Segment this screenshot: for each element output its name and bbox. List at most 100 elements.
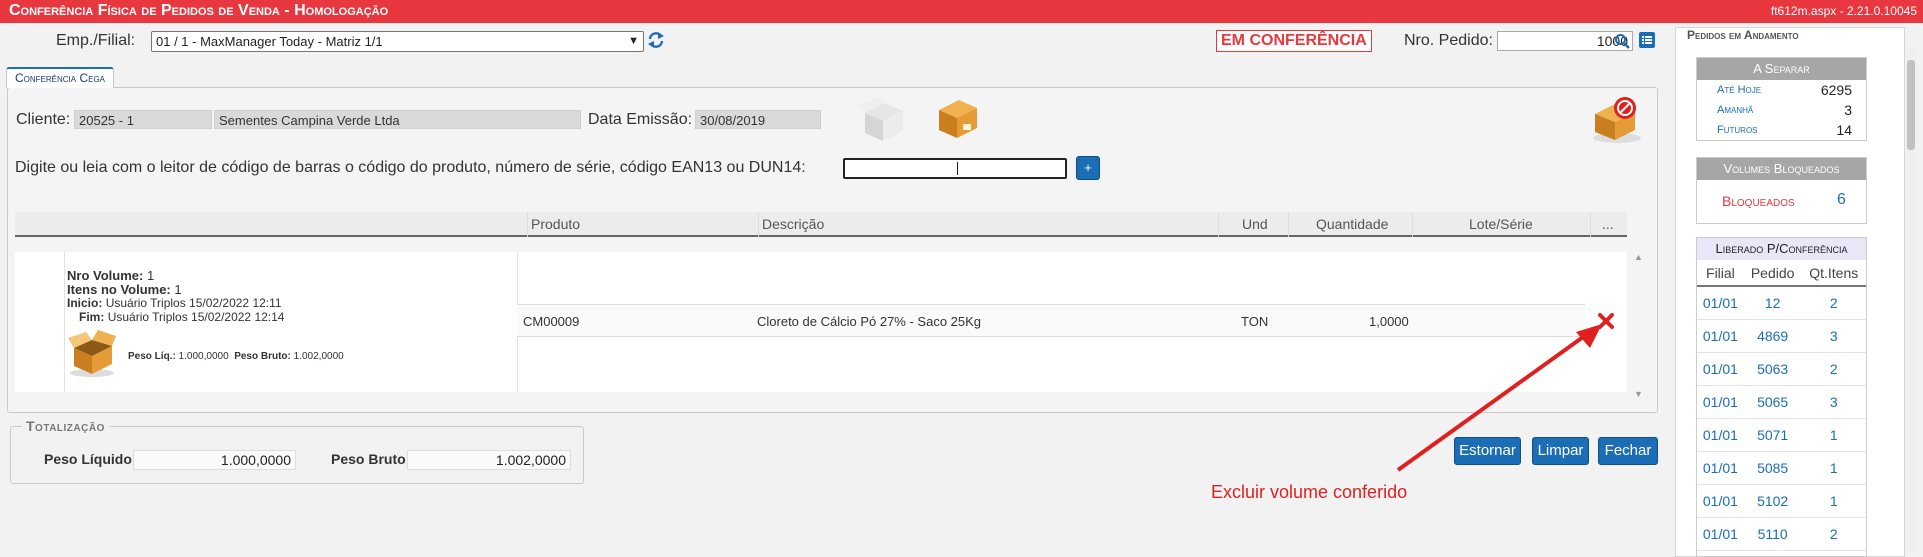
col-produto[interactable]: Produto xyxy=(531,216,580,232)
list-item[interactable]: Amanhã 3 xyxy=(1697,100,1866,120)
cell-pedido[interactable]: 5063 xyxy=(1743,352,1802,386)
inicio-info: Inicio: Usuário Triplos 15/02/2022 12:11 xyxy=(67,296,282,310)
barcode-input[interactable] xyxy=(843,158,1067,179)
liberado-table: Filial Pedido Qt.Itens 01/01 12 2 01/01 486… xyxy=(1697,260,1866,551)
cell-produto: CM00009 xyxy=(523,314,580,329)
cell-qt-itens: 1 xyxy=(1801,451,1866,485)
amanha-value: 3 xyxy=(1844,102,1852,118)
futuros-value: 14 xyxy=(1836,122,1852,138)
table-row[interactable]: 01/01 5110 2 xyxy=(1697,517,1866,551)
cell-pedido[interactable]: 5110 xyxy=(1743,517,1802,551)
cell-filial: 01/01 xyxy=(1697,352,1744,386)
pedido-label: Nro. Pedido: xyxy=(1404,32,1493,49)
cliente-code-field: 20525 - 1 xyxy=(74,110,212,129)
cliente-label: Cliente: xyxy=(16,111,71,128)
itens-volume-label: Itens no Volume: xyxy=(67,282,171,297)
cell-filial: 01/01 xyxy=(1697,451,1744,485)
version-label: ft612m.aspx - 2.21.0.10045 xyxy=(1770,4,1917,18)
col-divider xyxy=(527,212,528,237)
table-row[interactable]: 01/01 5102 1 xyxy=(1697,484,1866,518)
pedido-input[interactable]: 1000 xyxy=(1497,31,1633,51)
add-button[interactable]: + xyxy=(1076,156,1100,180)
table-row[interactable]: 01/01 5063 2 xyxy=(1697,352,1866,386)
page-title: Conferência Física de Pedidos de Venda -… xyxy=(9,2,389,19)
cell-qt-itens: 2 xyxy=(1801,286,1866,320)
cell-und: TON xyxy=(1241,314,1269,329)
list-item[interactable]: Futuros 14 xyxy=(1697,120,1866,140)
table-row[interactable]: 01/01 5085 1 xyxy=(1697,451,1866,485)
cell-filial: 01/01 xyxy=(1697,319,1744,353)
grid-header: Produto Descrição Und Quantidade Lote/Sé… xyxy=(15,212,1627,237)
nro-volume-label: Nro Volume: xyxy=(67,268,144,283)
list-icon[interactable] xyxy=(1639,32,1655,48)
cell-filial: 01/01 xyxy=(1697,418,1744,452)
cell-qt-itens: 2 xyxy=(1801,352,1866,386)
col-divider xyxy=(1590,212,1591,237)
tab-conferencia-cega[interactable]: Conferência Cega xyxy=(6,67,115,88)
scroll-up-icon[interactable]: ▲ xyxy=(1634,252,1643,262)
nro-volume-value: 1 xyxy=(146,268,155,283)
table-row[interactable]: 01/01 5071 1 xyxy=(1697,418,1866,452)
blocked-box-icon[interactable] xyxy=(1587,94,1647,144)
col-more[interactable]: ... xyxy=(1602,216,1614,232)
col-divider xyxy=(758,212,759,237)
fim-info: Fim: Usuário Triplos 15/02/2022 12:14 xyxy=(79,310,284,324)
cell-pedido[interactable]: 5071 xyxy=(1743,418,1802,452)
estornar-button[interactable]: Estornar xyxy=(1454,437,1521,465)
col-quantidade[interactable]: Quantidade xyxy=(1316,216,1388,232)
cell-qt-itens: 3 xyxy=(1801,385,1866,419)
cell-filial: 01/01 xyxy=(1697,517,1744,551)
peso-bruto-value: 1.002,0000 xyxy=(293,351,344,362)
scroll-down-icon[interactable]: ▼ xyxy=(1634,389,1643,399)
liberado-card: Liberado P/Conferência Filial Pedido Qt.… xyxy=(1696,237,1867,557)
cell-filial: 01/01 xyxy=(1697,484,1744,518)
cliente-name-field: Sementes Campina Verde Ltda xyxy=(214,110,581,129)
emp-filial-select[interactable]: 01 / 1 - MaxManager Today - Matriz 1/1 ▼ xyxy=(151,31,644,52)
status-badge: EM CONFERÊNCIA xyxy=(1216,30,1372,52)
bloqueados-row[interactable]: Bloqueados 6 xyxy=(1697,180,1866,224)
cell-pedido[interactable]: 12 xyxy=(1743,286,1802,320)
col-divider xyxy=(1288,212,1289,237)
cell-pedido[interactable]: 4869 xyxy=(1743,319,1802,353)
table-row[interactable]: 01/01 5065 3 xyxy=(1697,385,1866,419)
empty-box-icon[interactable] xyxy=(857,95,907,143)
cell-qt-itens: 1 xyxy=(1801,418,1866,452)
chevron-down-icon: ▼ xyxy=(628,35,639,47)
text-cursor xyxy=(957,162,958,175)
list-item[interactable]: Até Hoje 6295 xyxy=(1697,80,1866,100)
col-pedido: Pedido xyxy=(1743,260,1802,287)
fim-label: Fim: xyxy=(79,310,105,324)
table-row[interactable]: 01/01 12 2 xyxy=(1697,286,1866,320)
bloqueados-value: 6 xyxy=(1837,191,1846,208)
cell-filial: 01/01 xyxy=(1697,286,1744,320)
itens-volume: Itens no Volume: 1 xyxy=(67,282,182,297)
box-icon[interactable] xyxy=(933,94,981,142)
cell-pedido[interactable]: 5085 xyxy=(1743,451,1802,485)
bloqueados-title: Volumes Bloqueados xyxy=(1697,158,1866,180)
open-box-icon xyxy=(66,330,118,378)
barcode-prompt: Digite ou leia com o leitor de código de… xyxy=(15,159,806,176)
cell-pedido[interactable]: 5102 xyxy=(1743,484,1802,518)
col-und[interactable]: Und xyxy=(1242,216,1268,232)
limpar-button[interactable]: Limpar xyxy=(1532,437,1589,465)
ate-hoje-label: Até Hoje xyxy=(1717,84,1762,96)
col-qt-itens: Qt.Itens xyxy=(1801,260,1866,287)
title-bar: Conferência Física de Pedidos de Venda -… xyxy=(0,0,1923,23)
amanha-label: Amanhã xyxy=(1717,104,1754,116)
search-icon[interactable] xyxy=(1614,33,1630,49)
fechar-button[interactable]: Fechar xyxy=(1598,437,1658,465)
col-filial: Filial xyxy=(1697,260,1744,287)
bloqueados-label: Bloqueados xyxy=(1722,193,1795,209)
col-lote-serie[interactable]: Lote/Série xyxy=(1469,216,1533,232)
inicio-value: Usuário Triplos 15/02/2022 12:11 xyxy=(105,296,282,310)
col-divider xyxy=(1412,212,1413,237)
annotation-text: Excluir volume conferido xyxy=(1211,482,1408,502)
refresh-icon[interactable] xyxy=(647,30,665,50)
col-descricao[interactable]: Descrição xyxy=(762,216,824,232)
cell-pedido[interactable]: 5065 xyxy=(1743,385,1802,419)
sidebar-scroll-thumb[interactable] xyxy=(1907,60,1915,150)
totalizacao-legend: Totalização xyxy=(22,418,109,434)
peso-liquido-label: Peso Líquido: xyxy=(44,451,137,467)
futuros-label: Futuros xyxy=(1717,124,1758,136)
table-row[interactable]: 01/01 4869 3 xyxy=(1697,319,1866,353)
